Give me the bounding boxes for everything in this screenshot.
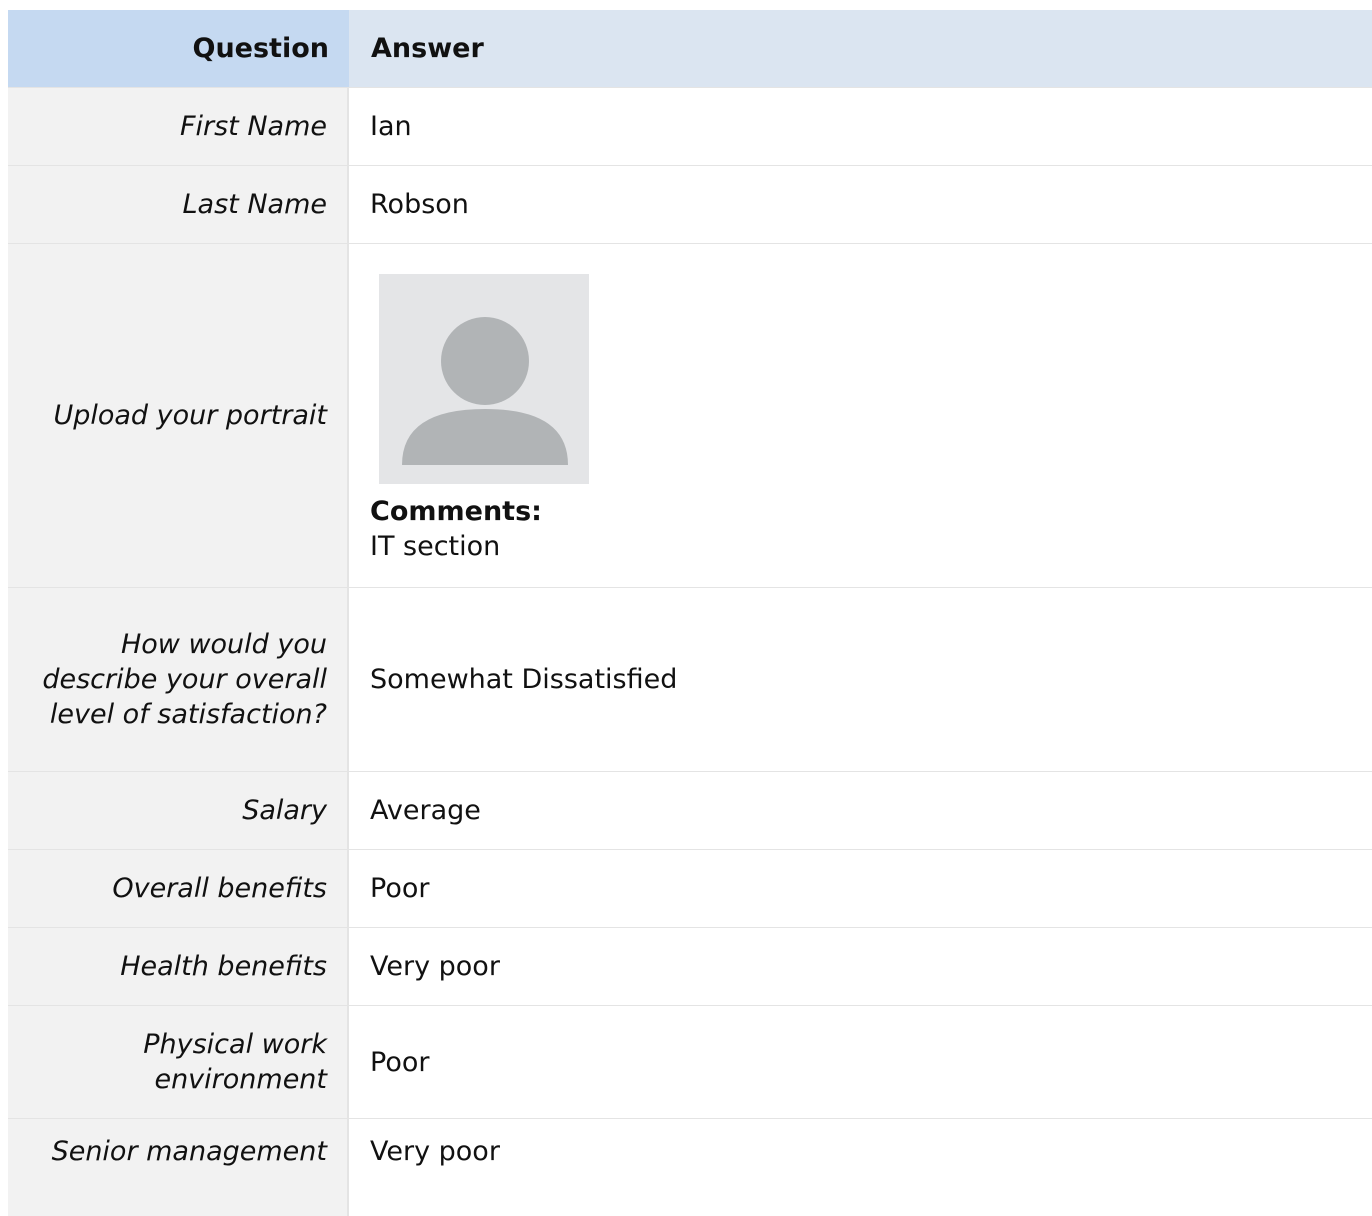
answer-health-benefits: Very poor <box>349 928 1372 1005</box>
answer-portrait: Comments: IT section <box>349 244 1372 587</box>
question-physical-work-environment: Physical work environment <box>8 1006 349 1118</box>
answer-first-name: Ian <box>349 88 1372 165</box>
survey-results-table: Question Answer First Name Ian Last Name… <box>8 10 1372 1216</box>
user-avatar-placeholder-icon[interactable] <box>379 274 589 484</box>
question-overall-benefits: Overall benefits <box>8 850 349 927</box>
answer-physical-work-environment: Poor <box>349 1006 1372 1118</box>
header-answer: Answer <box>349 10 1372 87</box>
answer-satisfaction: Somewhat Dissatisfied <box>349 588 1372 771</box>
question-senior-management: Senior management <box>8 1119 349 1216</box>
question-last-name: Last Name <box>8 166 349 243</box>
header-question: Question <box>8 10 349 87</box>
answer-last-name: Robson <box>349 166 1372 243</box>
answer-senior-management: Very poor <box>349 1119 1372 1216</box>
question-first-name: First Name <box>8 88 349 165</box>
question-salary: Salary <box>8 772 349 849</box>
comments-label: Comments: <box>370 496 542 527</box>
question-satisfaction: How would you describe your overall leve… <box>8 588 349 771</box>
answer-overall-benefits: Poor <box>349 850 1372 927</box>
question-portrait: Upload your portrait <box>8 244 349 587</box>
answer-salary: Average <box>349 772 1372 849</box>
comments-value: IT section <box>370 531 501 562</box>
question-health-benefits: Health benefits <box>8 928 349 1005</box>
